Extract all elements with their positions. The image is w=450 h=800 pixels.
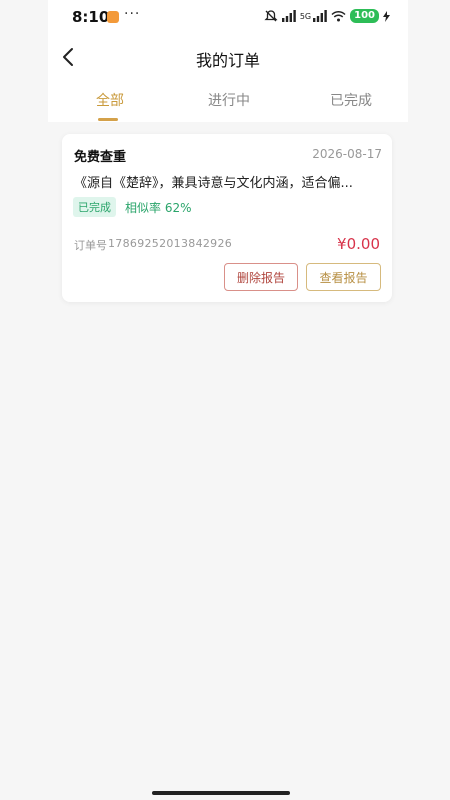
delete-report-button[interactable]: 删除报告 bbox=[224, 263, 298, 291]
signal-bars-icon bbox=[281, 10, 296, 22]
status-badge: 已完成 bbox=[73, 197, 116, 217]
network-type-label: 5G bbox=[299, 11, 312, 21]
navigation-bar: 我的订单 bbox=[48, 34, 408, 80]
order-number-label: 订单号 bbox=[74, 239, 107, 252]
app-screen: 8:10 ··· 5G 100 我的订单 全部 进行中 已完成 免费查重 202… bbox=[0, 0, 450, 800]
tab-in-progress[interactable]: 进行中 bbox=[208, 90, 250, 110]
order-type: 免费查重 bbox=[74, 150, 127, 165]
similarity-rate: 相似率 62% bbox=[125, 201, 192, 215]
order-number: 17869252013842926 bbox=[108, 237, 233, 250]
home-indicator[interactable] bbox=[152, 791, 290, 795]
app-notification-icon bbox=[107, 11, 119, 23]
wifi-icon bbox=[331, 10, 346, 22]
order-price: ¥0.00 bbox=[337, 235, 380, 253]
status-time: 8:10 bbox=[72, 8, 110, 26]
lightning-icon bbox=[383, 10, 390, 22]
active-tab-indicator bbox=[98, 118, 118, 121]
order-date: 2026-08-17 bbox=[312, 147, 382, 161]
tab-all[interactable]: 全部 bbox=[96, 90, 124, 110]
page-title: 我的订单 bbox=[195, 51, 260, 70]
order-tabs: 全部 进行中 已完成 bbox=[48, 80, 408, 122]
tab-completed[interactable]: 已完成 bbox=[330, 90, 372, 110]
order-description: 《源自《楚辞》，兼具诗意与文化内涵，适合偏... bbox=[74, 176, 353, 191]
status-indicators: 5G 100 bbox=[264, 9, 390, 23]
bell-muted-icon bbox=[264, 10, 278, 22]
more-notifications-icon: ··· bbox=[124, 6, 141, 22]
signal-bars-icon bbox=[313, 10, 327, 22]
battery-level: 100 bbox=[350, 9, 379, 23]
view-report-button[interactable]: 查看报告 bbox=[306, 263, 381, 291]
status-bar: 8:10 ··· 5G 100 bbox=[48, 0, 408, 34]
order-card[interactable]: 免费查重 2026-08-17 《源自《楚辞》，兼具诗意与文化内涵，适合偏...… bbox=[62, 134, 392, 302]
